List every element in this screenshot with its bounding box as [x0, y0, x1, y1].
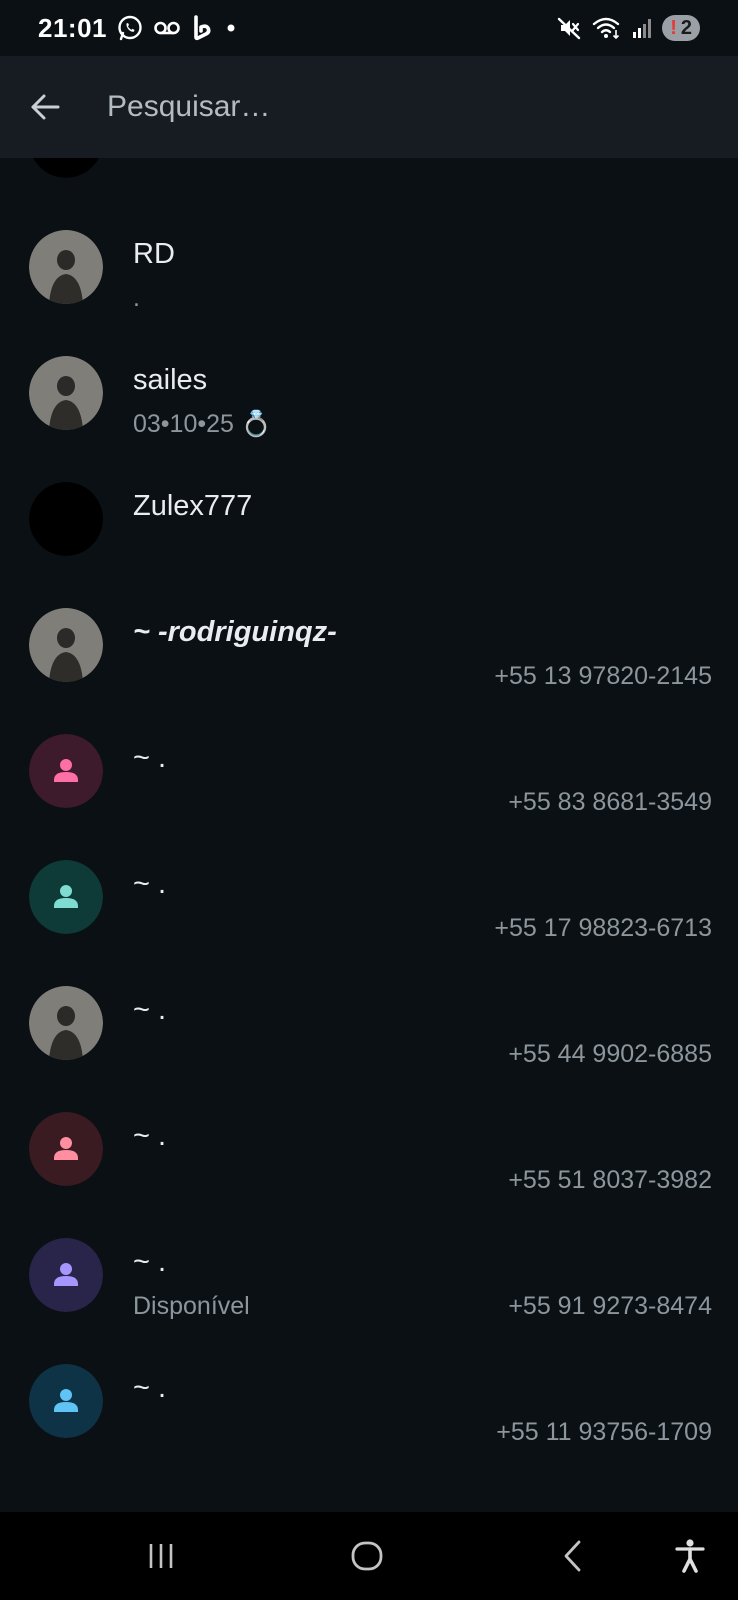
contact-avatar[interactable] [29, 734, 103, 808]
contact-row[interactable]: ~ . +55 51 8037-3982 [0, 1086, 738, 1212]
contact-row[interactable]: Zulex777 [0, 456, 738, 582]
badge-count: 2 [680, 16, 692, 39]
system-back-button[interactable] [543, 1526, 603, 1586]
status-right-icons: ! 2 [556, 15, 700, 41]
contact-name: ~ . [133, 1246, 167, 1278]
dot-icon [223, 20, 239, 36]
badge-alert-mark: ! [670, 16, 677, 39]
contact-status: 03•10•25 💍 [133, 410, 273, 438]
contact-avatar[interactable] [29, 482, 103, 556]
signal-icon [632, 17, 652, 39]
contact-list-items: IvanRD.sailes03•10•25 💍Zulex777~ -rodrig… [0, 158, 738, 1464]
default-person-icon [29, 860, 103, 934]
default-person-icon [29, 1112, 103, 1186]
contact-phone: +55 83 8681-3549 [508, 788, 712, 816]
contact-row[interactable]: ~ . +55 83 8681-3549 [0, 708, 738, 834]
contact-row[interactable]: sailes 03•10•25 💍 [0, 330, 738, 456]
accessibility-icon [675, 1539, 705, 1573]
profile-photo [29, 986, 103, 1060]
contact-row[interactable]: ~ . +55 17 98823-6713 [0, 834, 738, 960]
profile-photo [29, 482, 103, 556]
contact-row[interactable]: ~ . +55 11 93756-1709 [0, 1338, 738, 1464]
contact-avatar[interactable] [29, 860, 103, 934]
contact-name: ~ . [133, 868, 167, 900]
status-bar: 21:01 ! 2 [0, 0, 738, 56]
contact-name: sailes [133, 364, 208, 396]
contact-avatar[interactable] [29, 158, 103, 178]
contact-name: RD [133, 238, 175, 270]
search-header [0, 56, 738, 158]
contact-phone: +55 13 97820-2145 [494, 662, 712, 690]
contact-name: ~ -rodriguinqz- [133, 616, 337, 648]
contact-avatar[interactable] [29, 986, 103, 1060]
default-person-icon [29, 1238, 103, 1312]
contact-phone: +55 11 93756-1709 [496, 1418, 712, 1446]
contact-name: ~ . [133, 994, 167, 1026]
contact-name: ~ . [133, 1120, 167, 1152]
notification-icons [117, 15, 239, 41]
contact-phone: +55 44 9902-6885 [508, 1040, 712, 1068]
profile-photo [29, 230, 103, 304]
profile-photo [29, 608, 103, 682]
voicemail-icon [153, 18, 181, 38]
contact-row[interactable]: Ivan [0, 158, 738, 204]
home-button[interactable] [337, 1526, 397, 1586]
mute-icon [556, 15, 582, 41]
whatsapp-icon [117, 15, 143, 41]
contact-avatar[interactable] [29, 1112, 103, 1186]
contact-avatar[interactable] [29, 1364, 103, 1438]
arrow-left-icon [31, 94, 60, 120]
contact-name: ~ . [133, 742, 167, 774]
contact-phone: +55 91 9273-8474 [508, 1292, 712, 1320]
contact-row[interactable]: RD. [0, 204, 738, 330]
recents-button[interactable] [131, 1526, 191, 1586]
status-time: 21:01 [38, 12, 107, 43]
contact-avatar[interactable] [29, 230, 103, 304]
wifi-icon [592, 16, 622, 40]
accessibility-button[interactable] [660, 1526, 720, 1586]
contact-avatar[interactable] [29, 608, 103, 682]
navigation-bar [0, 1512, 738, 1600]
recents-icon [149, 1544, 173, 1568]
contact-status: . [133, 284, 140, 312]
contact-status: Disponível [133, 1292, 250, 1320]
default-person-icon [29, 1364, 103, 1438]
home-icon [351, 1541, 383, 1571]
contact-phone: +55 17 98823-6713 [494, 914, 712, 942]
contact-row[interactable]: ~ -rodriguinqz- +55 13 97820-2145 [0, 582, 738, 708]
chevron-left-icon [564, 1540, 581, 1572]
bold-b-icon [191, 15, 213, 41]
search-input[interactable] [105, 76, 669, 138]
contact-avatar[interactable] [29, 1238, 103, 1312]
profile-photo [29, 356, 103, 430]
profile-photo [33, 158, 99, 178]
contact-avatar[interactable] [29, 356, 103, 430]
contact-name: Zulex777 [133, 490, 253, 522]
default-person-icon [29, 734, 103, 808]
back-button[interactable] [15, 77, 75, 137]
notification-badge: ! 2 [662, 15, 700, 41]
contact-phone: +55 51 8037-3982 [508, 1166, 712, 1194]
contact-row[interactable]: ~ . Disponível +55 91 9273-8474 [0, 1212, 738, 1338]
contact-name: ~ . [133, 1372, 167, 1404]
contact-list[interactable]: IvanRD.sailes03•10•25 💍Zulex777~ -rodrig… [0, 158, 738, 1512]
contact-row[interactable]: ~ . +55 44 9902-6885 [0, 960, 738, 1086]
